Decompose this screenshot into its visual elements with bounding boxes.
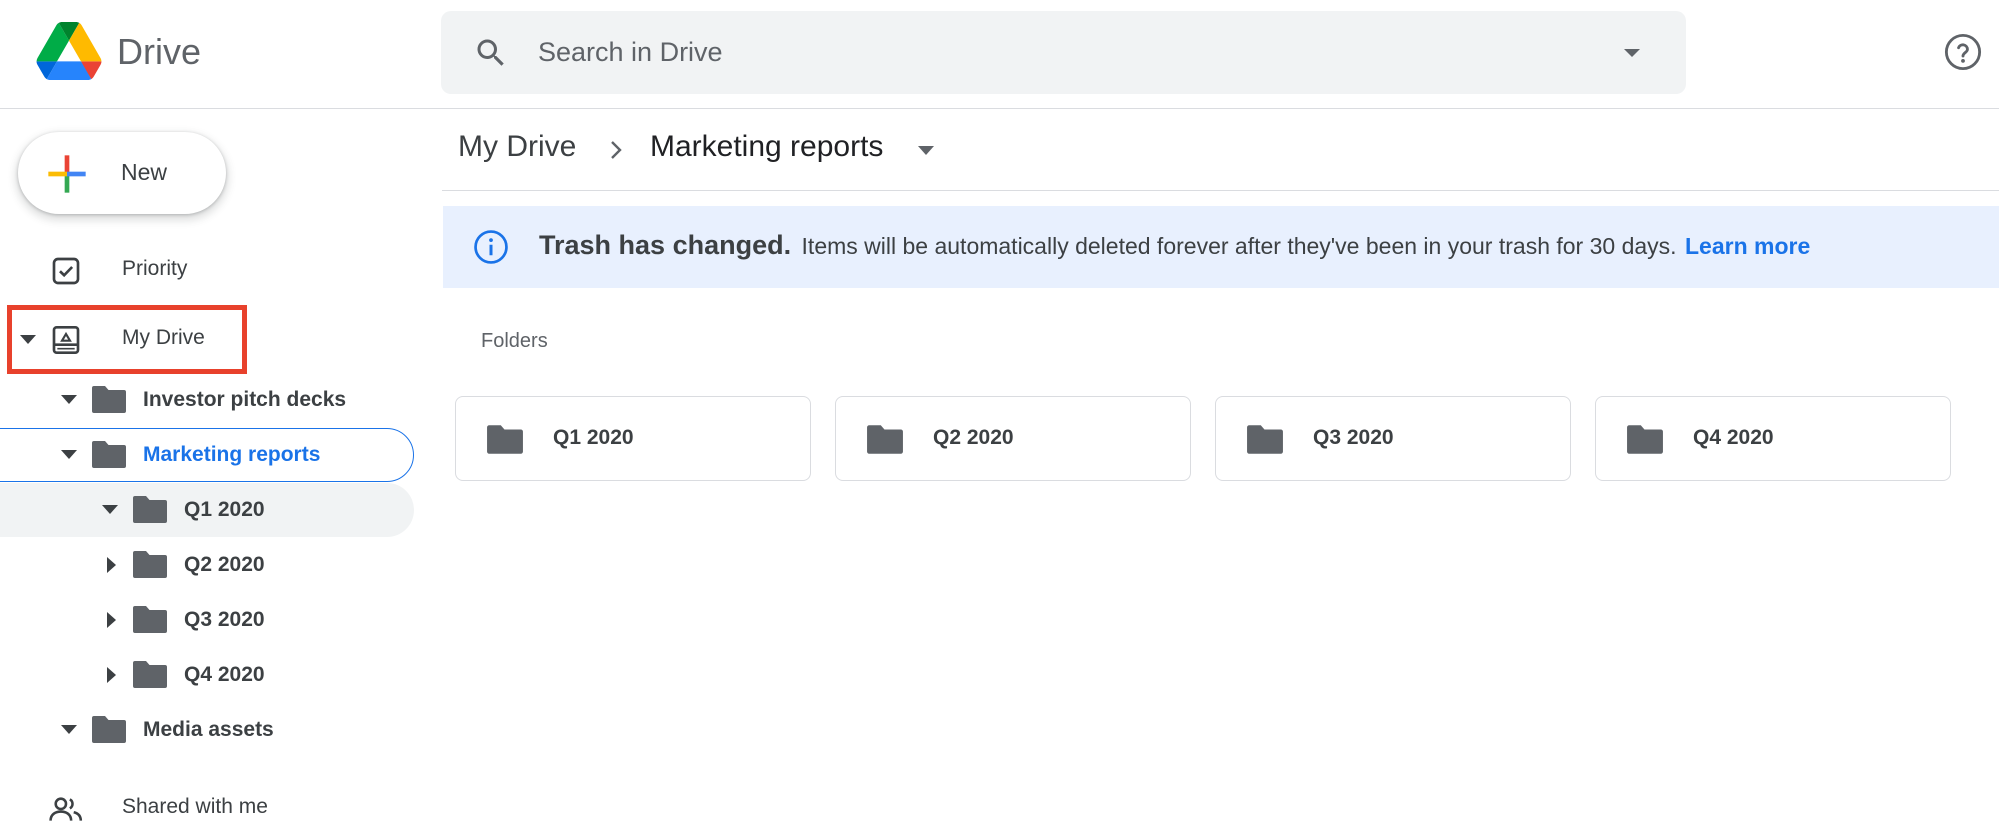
sidebar-item-label: Shared with me: [122, 795, 268, 818]
caret-right-icon[interactable]: [103, 667, 121, 683]
caret-down-icon[interactable]: [101, 502, 119, 518]
app-title: Drive: [117, 31, 202, 72]
priority-icon: [52, 257, 80, 285]
folder-icon: [867, 425, 903, 454]
tree-item-label: Investor pitch decks: [143, 388, 347, 411]
tree-item-media-assets[interactable]: Media assets: [0, 704, 414, 756]
highlight-annotation: [7, 305, 247, 374]
tree-item-label: Marketing reports: [143, 443, 321, 466]
caret-down-icon[interactable]: [916, 144, 936, 158]
help-icon[interactable]: [1944, 33, 1982, 71]
folder-card-label: Q3 2020: [1313, 426, 1394, 449]
tree-item-label: Q1 2020: [184, 498, 265, 521]
folder-card-label: Q1 2020: [553, 426, 634, 449]
learn-more-link[interactable]: Learn more: [1685, 233, 1810, 259]
folder-card-q3-2020[interactable]: Q3 2020: [1215, 396, 1571, 481]
divider: [442, 190, 1999, 191]
new-button[interactable]: New: [18, 132, 226, 214]
folder-icon: [92, 441, 126, 468]
tree-item-label: Q3 2020: [184, 608, 265, 631]
caret-down-icon[interactable]: [60, 392, 78, 408]
search-input[interactable]: [538, 31, 1538, 73]
caret-right-icon[interactable]: [103, 557, 121, 573]
folder-card-label: Q2 2020: [933, 426, 1014, 449]
shared-icon: [49, 797, 83, 821]
folder-icon: [133, 551, 167, 578]
sidebar-item-priority[interactable]: Priority: [0, 241, 414, 297]
folder-icon: [1247, 425, 1283, 454]
banner-text: Trash has changed. Items will be automat…: [539, 230, 1810, 261]
caret-right-icon[interactable]: [103, 612, 121, 628]
sidebar-item-label: Priority: [122, 257, 188, 280]
tree-item-q4-2020[interactable]: Q4 2020: [0, 649, 414, 701]
tree-item-label: Media assets: [143, 718, 274, 741]
drive-logo-icon[interactable]: [36, 22, 102, 80]
sidebar-item-shared-with-me[interactable]: Shared with me: [0, 779, 414, 835]
search-bar[interactable]: [441, 11, 1686, 94]
folder-icon: [133, 661, 167, 688]
tree-item-q1-2020[interactable]: Q1 2020: [0, 484, 414, 536]
folders-section-label: Folders: [481, 330, 548, 352]
search-icon[interactable]: [473, 35, 509, 71]
tree-item-marketing-reports[interactable]: Marketing reports: [0, 429, 414, 481]
folder-card-q2-2020[interactable]: Q2 2020: [835, 396, 1191, 481]
folder-icon: [92, 716, 126, 743]
plus-icon: [48, 155, 86, 193]
tree-item-investor-pitch-decks[interactable]: Investor pitch decks: [0, 374, 414, 426]
tree-item-q3-2020[interactable]: Q3 2020: [0, 594, 414, 646]
new-button-label: New: [121, 159, 168, 185]
banner-title: Trash has changed.: [539, 230, 792, 260]
folder-card-q4-2020[interactable]: Q4 2020: [1595, 396, 1951, 481]
top-bar: Drive: [0, 0, 1999, 109]
chevron-right-icon: [611, 141, 622, 159]
caret-down-icon[interactable]: [60, 447, 78, 463]
breadcrumb-current-folder[interactable]: Marketing reports: [650, 130, 883, 164]
caret-down-icon[interactable]: [60, 722, 78, 738]
tree-item-label: Q2 2020: [184, 553, 265, 576]
folder-card-label: Q4 2020: [1693, 426, 1774, 449]
search-options-caret-down-icon[interactable]: [1621, 43, 1643, 63]
folder-icon: [133, 606, 167, 633]
info-icon: [474, 230, 508, 264]
folder-card-q1-2020[interactable]: Q1 2020: [455, 396, 811, 481]
banner-body: Items will be automatically deleted fore…: [801, 233, 1677, 259]
folder-icon: [1627, 425, 1663, 454]
folder-icon: [487, 425, 523, 454]
folder-icon: [92, 386, 126, 413]
tree-item-label: Q4 2020: [184, 663, 265, 686]
trash-notice-banner: Trash has changed. Items will be automat…: [443, 206, 1999, 288]
breadcrumb-root-my-drive[interactable]: My Drive: [458, 130, 576, 164]
folder-icon: [133, 496, 167, 523]
tree-item-q2-2020[interactable]: Q2 2020: [0, 539, 414, 591]
